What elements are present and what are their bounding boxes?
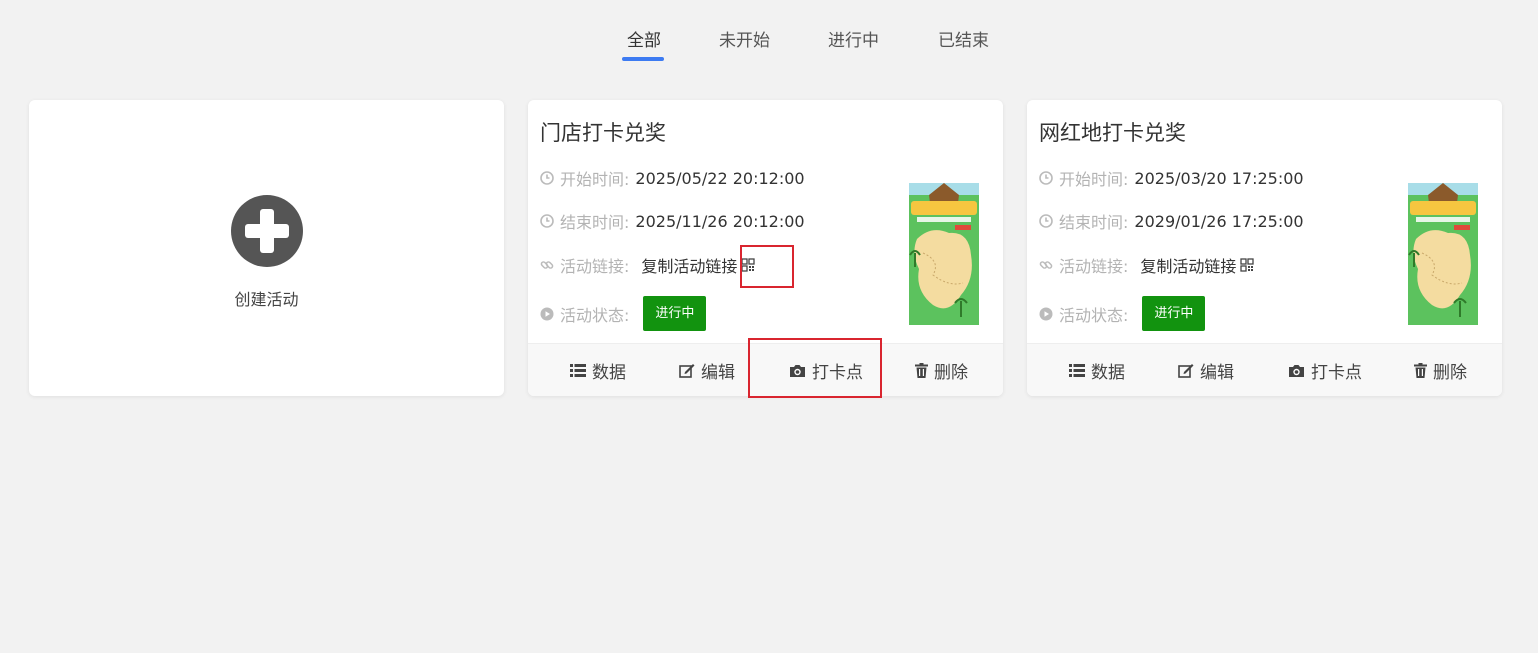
status-tabs: 全部 未开始 进行中 已结束 bbox=[0, 26, 1538, 66]
check-in-points-label: 打卡点 bbox=[1311, 363, 1362, 383]
tab-all[interactable]: 全部 bbox=[627, 26, 661, 51]
clock-icon bbox=[540, 171, 554, 185]
check-in-map-poster bbox=[1408, 183, 1478, 325]
status-badge: 进行中 bbox=[643, 296, 707, 331]
card-actions: 数据 编辑 打卡点 删除 bbox=[1027, 343, 1502, 396]
activity-link-label: 活动链接: bbox=[1059, 257, 1129, 276]
start-time-row: 开始时间: 2025/05/22 20:12:00 bbox=[540, 166, 805, 190]
start-time-value: 2025/05/22 20:12:00 bbox=[635, 168, 805, 188]
start-time-label: 开始时间: bbox=[1059, 170, 1129, 189]
end-time-value: 2029/01/26 17:25:00 bbox=[1134, 211, 1304, 231]
edit-button-label: 编辑 bbox=[1200, 363, 1234, 383]
start-time-label: 开始时间: bbox=[560, 170, 630, 189]
start-time-value: 2025/03/20 17:25:00 bbox=[1134, 168, 1304, 188]
list-icon bbox=[570, 364, 586, 377]
tab-not-started[interactable]: 未开始 bbox=[719, 26, 770, 51]
data-button[interactable]: 数据 bbox=[1069, 344, 1125, 396]
copy-link-button[interactable]: 复制活动链接 bbox=[1140, 253, 1236, 277]
clock-icon bbox=[1039, 214, 1053, 228]
play-circle-icon bbox=[1039, 307, 1053, 320]
activity-title: 网红地打卡兑奖 bbox=[1039, 121, 1186, 145]
camera-icon bbox=[790, 364, 805, 377]
end-time-value: 2025/11/26 20:12:00 bbox=[635, 211, 805, 231]
check-in-points-button[interactable]: 打卡点 bbox=[789, 344, 863, 396]
clock-icon bbox=[1039, 171, 1053, 185]
activity-card: 网红地打卡兑奖 开始时间: 2025/03/20 17:25:00 结束时间: … bbox=[1027, 100, 1502, 396]
data-button-label: 数据 bbox=[592, 363, 626, 383]
qrcode-icon[interactable] bbox=[741, 258, 756, 272]
trash-icon bbox=[915, 363, 928, 378]
qrcode-icon[interactable] bbox=[1240, 258, 1255, 272]
activity-status-label: 活动状态: bbox=[1059, 305, 1129, 325]
activity-status-row: 活动状态: 进行中 bbox=[1039, 296, 1206, 331]
delete-button[interactable]: 删除 bbox=[1414, 344, 1467, 396]
edit-icon bbox=[1178, 364, 1194, 378]
activity-card: 门店打卡兑奖 开始时间: 2025/05/22 20:12:00 结束时间: 2… bbox=[528, 100, 1003, 396]
end-time-label: 结束时间: bbox=[560, 213, 630, 232]
tab-in-progress[interactable]: 进行中 bbox=[828, 26, 879, 51]
plus-circle-icon[interactable] bbox=[231, 195, 303, 267]
activity-link-row: 活动链接: 复制活动链接 bbox=[540, 253, 756, 277]
activity-status-row: 活动状态: 进行中 bbox=[540, 296, 707, 331]
delete-button-label: 删除 bbox=[934, 363, 968, 383]
create-activity-card[interactable]: 创建活动 bbox=[29, 100, 504, 396]
end-time-row: 结束时间: 2029/01/26 17:25:00 bbox=[1039, 209, 1304, 233]
active-tab-indicator bbox=[622, 57, 664, 61]
activity-title: 门店打卡兑奖 bbox=[540, 121, 666, 145]
link-icon bbox=[1039, 261, 1053, 269]
status-badge: 进行中 bbox=[1142, 296, 1206, 331]
trash-icon bbox=[1414, 363, 1427, 378]
end-time-label: 结束时间: bbox=[1059, 213, 1129, 232]
link-icon bbox=[540, 261, 554, 269]
list-icon bbox=[1069, 364, 1085, 377]
play-circle-icon bbox=[540, 307, 554, 320]
edit-icon bbox=[679, 364, 695, 378]
edit-button-label: 编辑 bbox=[701, 363, 735, 383]
activity-link-label: 活动链接: bbox=[560, 257, 630, 276]
edit-button[interactable]: 编辑 bbox=[1178, 344, 1234, 396]
camera-icon bbox=[1289, 364, 1304, 377]
card-actions: 数据 编辑 打卡点 删除 bbox=[528, 343, 1003, 396]
tab-ended[interactable]: 已结束 bbox=[938, 26, 989, 51]
check-in-points-button[interactable]: 打卡点 bbox=[1288, 344, 1362, 396]
copy-link-button[interactable]: 复制活动链接 bbox=[641, 253, 737, 277]
end-time-row: 结束时间: 2025/11/26 20:12:00 bbox=[540, 209, 805, 233]
activity-status-label: 活动状态: bbox=[560, 305, 630, 325]
create-activity-label: 创建活动 bbox=[234, 290, 299, 309]
data-button[interactable]: 数据 bbox=[570, 344, 626, 396]
clock-icon bbox=[540, 214, 554, 228]
start-time-row: 开始时间: 2025/03/20 17:25:00 bbox=[1039, 166, 1304, 190]
edit-button[interactable]: 编辑 bbox=[679, 344, 735, 396]
delete-button[interactable]: 删除 bbox=[915, 344, 968, 396]
activity-link-row: 活动链接: 复制活动链接 bbox=[1039, 253, 1255, 277]
check-in-points-label: 打卡点 bbox=[812, 363, 863, 383]
delete-button-label: 删除 bbox=[1433, 363, 1467, 383]
data-button-label: 数据 bbox=[1091, 363, 1125, 383]
check-in-map-poster bbox=[909, 183, 979, 325]
